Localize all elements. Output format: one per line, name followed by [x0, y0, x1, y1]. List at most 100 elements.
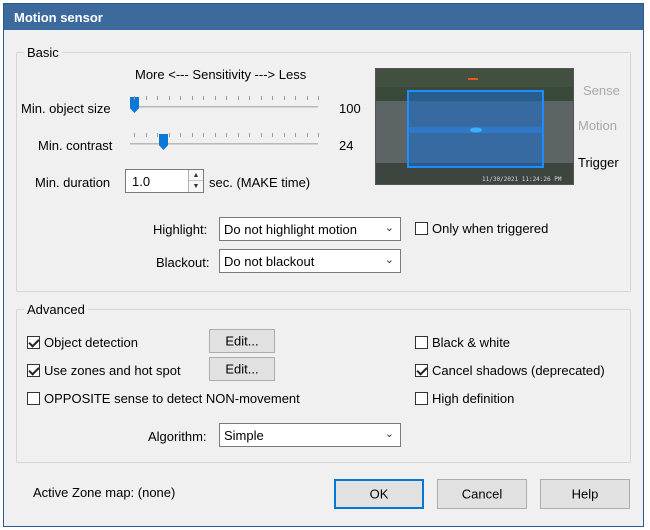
only-when-triggered-checkbox[interactable]: Only when triggered [415, 221, 548, 236]
slider-tick [215, 133, 216, 137]
slider-tick [157, 133, 158, 137]
slider-tick [180, 133, 181, 137]
min-contrast-value: 24 [339, 138, 354, 153]
checkbox-icon [415, 392, 428, 405]
slider-tick [146, 133, 147, 137]
slider-tick [134, 96, 135, 100]
use-zones-checkbox[interactable]: Use zones and hot spot [27, 363, 181, 378]
ok-button-label: OK [369, 486, 389, 502]
motion-sensor-dialog: Motion sensor Basic More <--- Sensitivit… [3, 3, 644, 527]
ok-button[interactable]: OK [334, 479, 424, 509]
min-duration-suffix: sec. (MAKE time) [209, 175, 311, 190]
edit-object-detection-button[interactable]: Edit... [209, 329, 275, 353]
sensitivity-caption: More <--- Sensitivity ---> Less [135, 67, 307, 82]
slider-tick [284, 96, 285, 100]
slider-tick [307, 133, 308, 137]
checkbox-icon [415, 336, 428, 349]
use-zones-label: Use zones and hot spot [44, 363, 181, 378]
slider-tick [226, 133, 227, 137]
checkbox-icon [27, 392, 40, 405]
sense-indicator: Sense [583, 83, 620, 98]
cancel-shadows-checkbox[interactable]: Cancel shadows (deprecated) [415, 363, 605, 378]
algorithm-label: Algorithm: [148, 429, 207, 444]
spin-down-icon[interactable]: ▼ [189, 181, 203, 192]
spin-up-icon[interactable]: ▲ [189, 170, 203, 181]
edit-zones-button[interactable]: Edit... [209, 357, 275, 381]
blackout-label: Blackout: [156, 255, 210, 270]
min-object-size-label: Min. object size [21, 101, 111, 116]
slider-tick [261, 96, 262, 100]
checkbox-icon [27, 364, 40, 377]
active-zone-map-label: Active Zone map: (none) [33, 485, 176, 500]
motion-indicator: Motion [578, 118, 618, 133]
only-when-triggered-label: Only when triggered [432, 221, 549, 236]
min-object-size-track[interactable] [130, 106, 318, 108]
algorithm-select[interactable]: Simple ⌄ [219, 423, 401, 447]
help-button[interactable]: Help [540, 479, 630, 509]
slider-tick [284, 133, 285, 137]
advanced-legend: Advanced [24, 302, 88, 317]
cancel-shadows-label: Cancel shadows (deprecated) [432, 363, 605, 378]
min-duration-spinbox[interactable]: 1.0 ▲ ▼ [125, 169, 204, 193]
slider-tick [307, 96, 308, 100]
chevron-down-icon: ⌄ [384, 222, 394, 234]
trigger-indicator: Trigger [578, 155, 619, 170]
highlight-label: Highlight: [153, 222, 208, 237]
min-contrast-label: Min. contrast [38, 138, 113, 153]
slider-tick [134, 133, 135, 137]
slider-tick [226, 96, 227, 100]
slider-tick [169, 96, 170, 100]
min-duration-spin-buttons: ▲ ▼ [188, 170, 203, 192]
high-definition-label: High definition [432, 391, 515, 406]
camera-preview-image: 11/30/2021 11:24:26 PM [376, 69, 573, 184]
min-object-size-value: 100 [339, 101, 361, 116]
min-contrast-track[interactable] [130, 143, 318, 145]
basic-legend: Basic [24, 45, 62, 60]
object-detection-checkbox[interactable]: Object detection [27, 335, 138, 350]
slider-tick [203, 96, 204, 100]
slider-tick [318, 96, 319, 100]
blackout-value: Do not blackout [224, 254, 315, 269]
chevron-down-icon: ⌄ [384, 254, 394, 266]
edit-button-label: Edit... [225, 333, 259, 349]
min-duration-label: Min. duration [35, 175, 111, 190]
slider-tick [157, 96, 158, 100]
slider-tick [272, 96, 273, 100]
min-duration-value: 1.0 [132, 174, 151, 189]
dialog-title: Motion sensor [4, 4, 643, 30]
opposite-sense-label: OPPOSITE sense to detect NON-movement [44, 391, 300, 406]
opposite-sense-checkbox[interactable]: OPPOSITE sense to detect NON-movement [27, 391, 300, 406]
slider-tick [261, 133, 262, 137]
checkbox-icon [27, 336, 40, 349]
slider-tick [169, 133, 170, 137]
camera-preview: 11/30/2021 11:24:26 PM [375, 68, 574, 185]
slider-tick [249, 96, 250, 100]
slider-tick [192, 133, 193, 137]
slider-tick [203, 133, 204, 137]
slider-tick [272, 133, 273, 137]
slider-tick [295, 96, 296, 100]
help-button-label: Help [571, 486, 599, 502]
blackout-select[interactable]: Do not blackout ⌄ [219, 249, 401, 273]
cancel-button[interactable]: Cancel [437, 479, 527, 509]
slider-tick [238, 133, 239, 137]
object-detection-label: Object detection [44, 335, 138, 350]
slider-tick [318, 133, 319, 137]
slider-tick [295, 133, 296, 137]
chevron-down-icon: ⌄ [384, 428, 394, 440]
highlight-value: Do not highlight motion [224, 222, 357, 237]
black-white-checkbox[interactable]: Black & white [415, 335, 510, 350]
preview-timestamp: 11/30/2021 11:24:26 PM [482, 176, 562, 183]
cancel-button-label: Cancel [461, 486, 503, 502]
slider-tick [215, 96, 216, 100]
checkbox-icon [415, 364, 428, 377]
black-white-label: Black & white [432, 335, 511, 350]
slider-tick [180, 96, 181, 100]
edit-button-label: Edit... [225, 361, 259, 377]
checkbox-icon [415, 222, 428, 235]
highlight-select[interactable]: Do not highlight motion ⌄ [219, 217, 401, 241]
high-definition-checkbox[interactable]: High definition [415, 391, 514, 406]
slider-tick [146, 96, 147, 100]
slider-tick [192, 96, 193, 100]
slider-tick [249, 133, 250, 137]
